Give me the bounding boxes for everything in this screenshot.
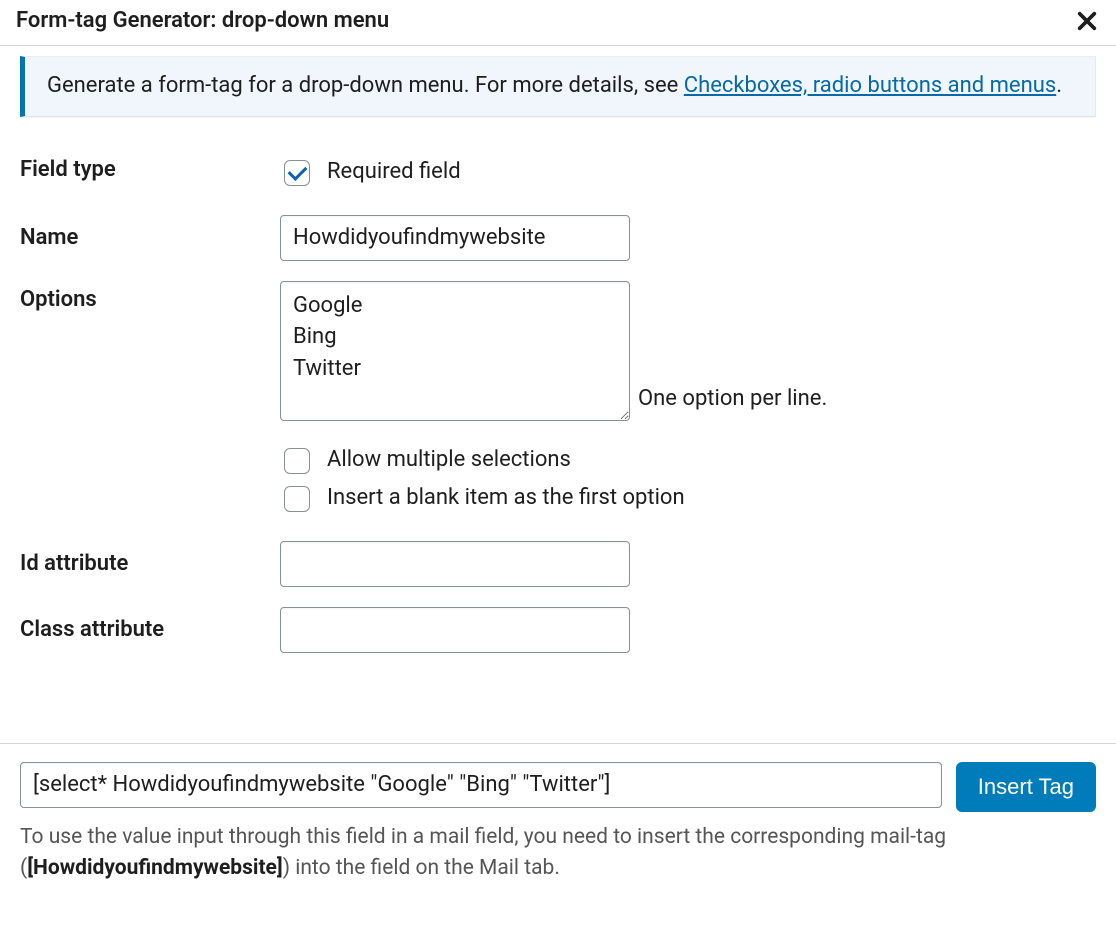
help-suffix: ) into the field on the Mail tab. [283, 856, 560, 880]
titlebar: Form-tag Generator: drop-down menu [0, 0, 1116, 46]
field-type-label: Field type [0, 137, 260, 205]
class-attr-label: Class attribute [0, 597, 260, 663]
insert-blank-label[interactable]: Insert a blank item as the first option [327, 483, 685, 514]
footer: Insert Tag To use the value input throug… [0, 743, 1116, 897]
options-label: Options [0, 271, 260, 531]
insert-blank-checkbox[interactable] [284, 486, 310, 512]
info-panel: Generate a form-tag for a drop-down menu… [20, 56, 1096, 117]
dialog-title: Form-tag Generator: drop-down menu [16, 6, 389, 37]
insert-tag-button[interactable]: Insert Tag [956, 762, 1096, 812]
name-input[interactable] [280, 215, 630, 261]
info-text: Generate a form-tag for a drop-down menu… [47, 73, 684, 98]
info-link[interactable]: Checkboxes, radio buttons and menus [684, 73, 1056, 98]
footer-help: To use the value input through this fiel… [20, 822, 1096, 885]
form-fields: Field type Required field Name Options O… [0, 137, 1116, 663]
options-textarea[interactable] [280, 281, 630, 421]
mail-tag: [Howdidyoufindmywebsite] [27, 856, 283, 880]
close-icon[interactable] [1074, 8, 1100, 34]
id-attr-label: Id attribute [0, 531, 260, 597]
class-attr-input[interactable] [280, 607, 630, 653]
allow-multiple-checkbox[interactable] [284, 448, 310, 474]
required-checkbox[interactable] [284, 160, 310, 186]
name-label: Name [0, 205, 260, 271]
form-tag-generator-window: Form-tag Generator: drop-down menu Gener… [0, 0, 1116, 897]
options-hint: One option per line. [638, 386, 827, 411]
required-label[interactable]: Required field [327, 157, 461, 188]
generated-tag-input[interactable] [20, 762, 942, 808]
allow-multiple-label[interactable]: Allow multiple selections [327, 445, 571, 476]
info-suffix: . [1056, 73, 1062, 98]
id-attr-input[interactable] [280, 541, 630, 587]
